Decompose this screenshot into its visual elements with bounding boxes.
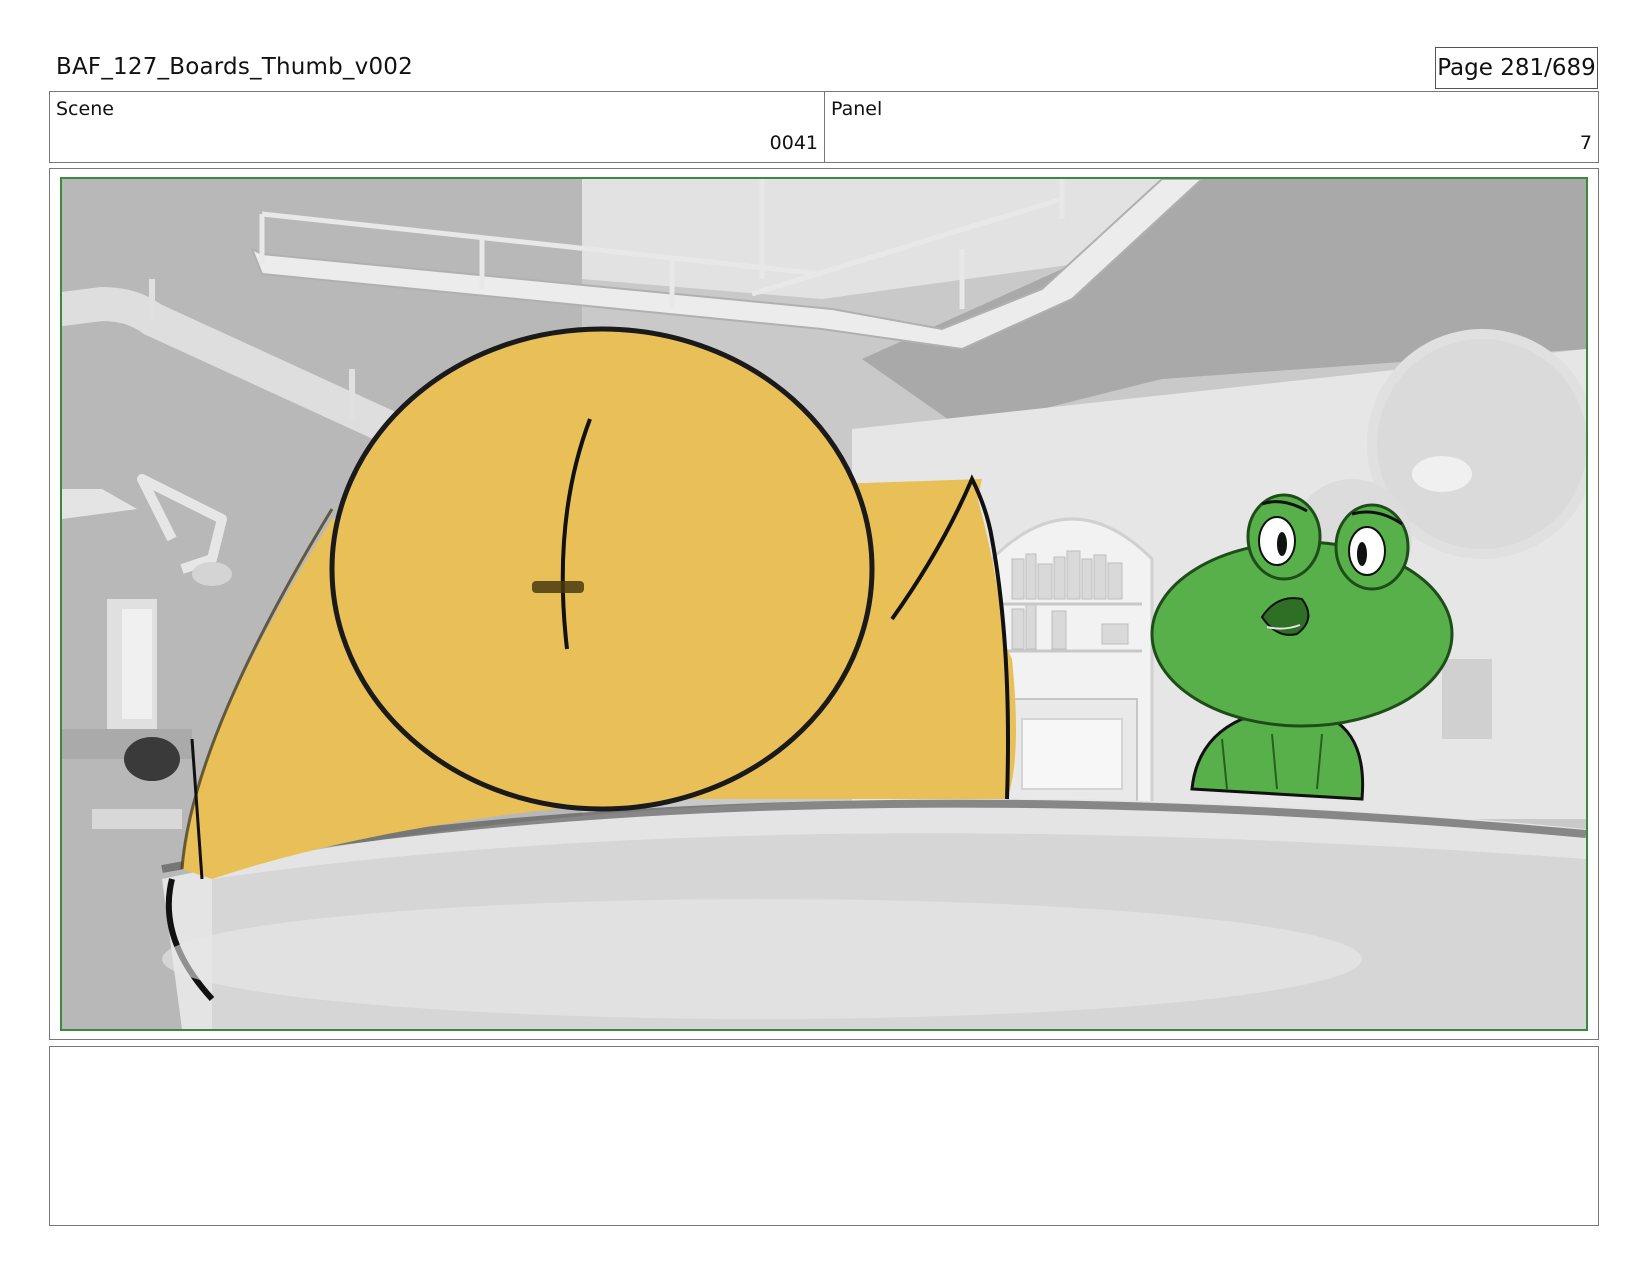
panel-cell: Panel 7 <box>825 92 1598 162</box>
document-title: BAF_127_Boards_Thumb_v002 <box>56 54 413 80</box>
scene-panel-info: Scene 0041 Panel 7 <box>49 91 1599 163</box>
storyboard-frame <box>49 168 1599 1040</box>
panel-value: 7 <box>1579 132 1592 154</box>
storyboard-image <box>60 177 1588 1031</box>
scene-cell: Scene 0041 <box>50 92 825 162</box>
scene-label: Scene <box>56 98 114 120</box>
scene-value: 0041 <box>769 132 818 154</box>
storyboard-drawing <box>62 179 1586 1029</box>
panel-label: Panel <box>831 98 883 120</box>
notes-box <box>49 1046 1599 1226</box>
page-indicator: Page 281/689 <box>1435 47 1598 89</box>
